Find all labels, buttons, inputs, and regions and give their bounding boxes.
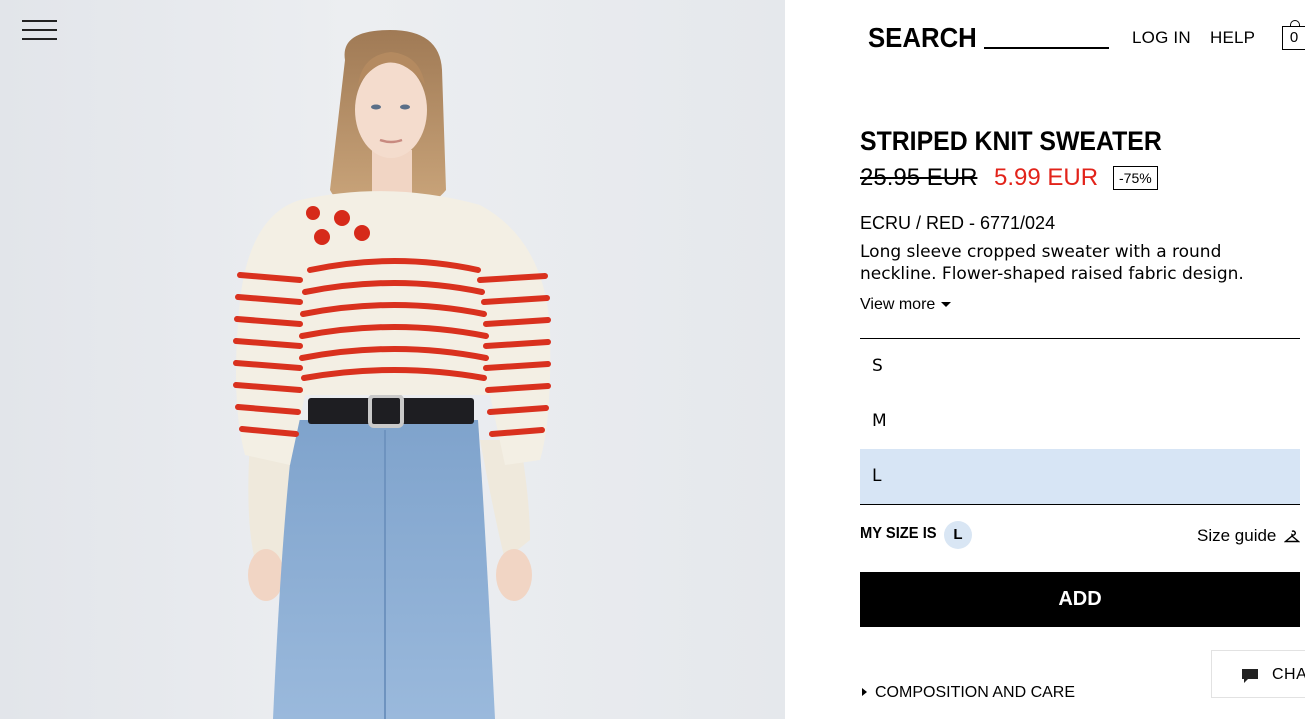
old-price: 25.95 EUR (860, 164, 978, 191)
size-list: S M L (860, 338, 1300, 505)
discount-badge: -75% (1113, 166, 1158, 190)
cart-count: 0 (1289, 29, 1299, 46)
hamburger-icon-line (22, 38, 57, 40)
composition-label: COMPOSITION AND CARE (875, 684, 1076, 701)
product-description: Long sleeve cropped sweater with a round… (860, 242, 1244, 284)
model-illustration (233, 30, 551, 719)
chat-label: CHA (1272, 666, 1305, 683)
hamburger-icon (22, 20, 57, 22)
my-size-badge[interactable]: L (944, 521, 972, 549)
product-image[interactable] (0, 0, 785, 719)
caret-down-icon (941, 302, 952, 308)
color-reference: ECRU / RED - 6771/024 (860, 213, 1056, 233)
chat-bubble-icon (1242, 669, 1258, 683)
hamburger-icon-line (22, 29, 57, 31)
size-guide-link[interactable]: Size guide (1197, 526, 1301, 546)
login-link[interactable]: LOG IN (1132, 28, 1191, 48)
search-input[interactable] (984, 47, 1109, 49)
hanger-icon (1283, 529, 1301, 542)
menu-button[interactable] (22, 18, 58, 44)
add-to-cart-button[interactable]: ADD (860, 572, 1300, 627)
size-option-s[interactable]: S (860, 339, 1300, 394)
my-size-label: MY SIZE IS (860, 525, 937, 542)
shopping-bag-icon[interactable]: 0 (1282, 20, 1305, 50)
chat-button[interactable]: CHA (1211, 650, 1305, 698)
composition-and-care-toggle[interactable]: COMPOSITION AND CARE (862, 684, 1075, 702)
sale-price: 5.99 EUR (994, 164, 1099, 191)
view-more-label: View more (860, 296, 936, 313)
size-guide-label: Size guide (1197, 526, 1277, 545)
view-more-link[interactable]: View more (860, 296, 952, 314)
size-option-m[interactable]: M (860, 394, 1300, 449)
caret-right-icon (862, 688, 867, 696)
size-option-l[interactable]: L (860, 449, 1300, 504)
product-title: STRIPED KNIT SWEATER (860, 126, 1162, 156)
help-link[interactable]: HELP (1210, 28, 1255, 48)
search-label[interactable]: SEARCH (868, 22, 977, 54)
